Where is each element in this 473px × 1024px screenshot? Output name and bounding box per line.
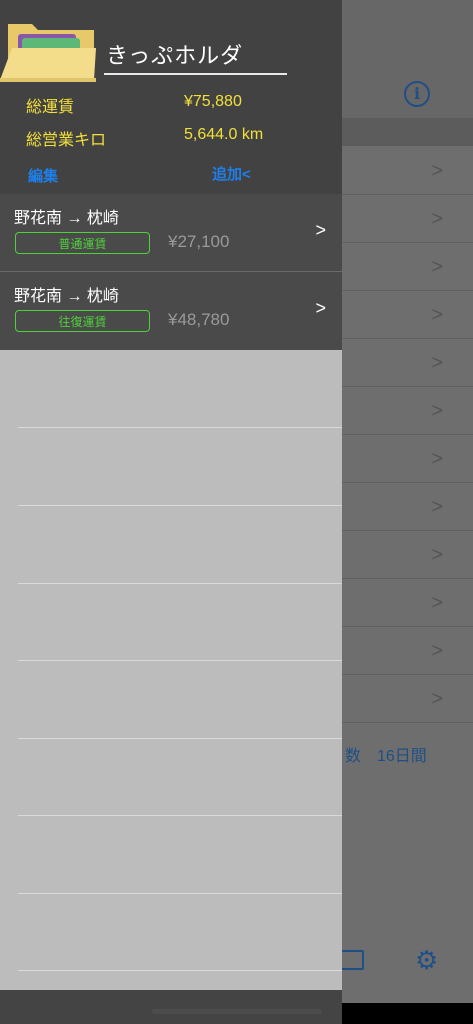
- empty-row-divider: [18, 738, 342, 739]
- total-distance-label: 総営業キロ: [26, 132, 107, 149]
- chevron-right-icon: >: [431, 592, 443, 614]
- empty-row-divider: [18, 505, 342, 506]
- total-fare-value: ¥75,880: [184, 93, 242, 110]
- holder-title[interactable]: きっぷホルダ: [106, 38, 243, 70]
- chevron-right-icon: >: [431, 400, 443, 422]
- empty-row-divider: [18, 815, 342, 816]
- chevron-right-icon: >: [315, 220, 326, 240]
- chevron-right-icon: >: [431, 352, 443, 374]
- chevron-right-icon: >: [431, 496, 443, 518]
- add-button[interactable]: 追加<: [212, 163, 251, 184]
- total-fare-label: 総運賃: [26, 99, 75, 116]
- empty-row-divider: [18, 427, 342, 428]
- folder-logo-icon: [0, 24, 96, 82]
- fare-type-badge: 普通運賃: [15, 232, 150, 254]
- empty-row-divider: [18, 583, 342, 584]
- drawer-header: きっぷホルダ 総運賃 ¥75,880 総営業キロ 5,644.0 km 編集 追…: [0, 0, 342, 194]
- empty-row-divider: [18, 893, 342, 894]
- chevron-right-icon: >: [431, 640, 443, 662]
- chevron-right-icon: >: [431, 256, 443, 278]
- chevron-right-icon: >: [431, 160, 443, 182]
- chevron-right-icon: >: [431, 688, 443, 710]
- ticket-holder-drawer: きっぷホルダ 総運賃 ¥75,880 総営業キロ 5,644.0 km 編集 追…: [0, 0, 342, 1024]
- ticket-route: 野花南 → 枕崎: [14, 288, 119, 305]
- fare-type-badge: 往復運賃: [15, 310, 150, 332]
- footer-summary-text: 数 16日間: [345, 748, 427, 765]
- chevron-right-icon: >: [431, 448, 443, 470]
- chevron-right-icon: >: [431, 544, 443, 566]
- ticket-fare: ¥48,780: [168, 310, 230, 329]
- gear-icon[interactable]: ⚙: [415, 945, 438, 976]
- folder-icon[interactable]: [340, 950, 364, 970]
- chevron-right-icon: >: [315, 298, 326, 318]
- ticket-list-item[interactable]: 野花南 → 枕崎 往復運賃 ¥48,780 >: [0, 272, 342, 350]
- empty-row-divider: [18, 660, 342, 661]
- home-indicator[interactable]: [152, 1009, 322, 1014]
- chevron-right-icon: >: [431, 208, 443, 230]
- edit-button[interactable]: 編集: [28, 165, 58, 186]
- total-distance-value: 5,644.0 km: [184, 126, 264, 143]
- ticket-list-item[interactable]: 野花南 → 枕崎 普通運賃 ¥27,100 >: [0, 194, 342, 272]
- ticket-route: 野花南 → 枕崎: [14, 210, 119, 227]
- chevron-right-icon: >: [431, 304, 443, 326]
- drawer-bottom-bar: [0, 990, 342, 1024]
- info-button[interactable]: i: [404, 81, 430, 107]
- title-underline: [104, 73, 287, 75]
- empty-row-divider: [18, 970, 342, 971]
- ticket-fare: ¥27,100: [168, 232, 230, 251]
